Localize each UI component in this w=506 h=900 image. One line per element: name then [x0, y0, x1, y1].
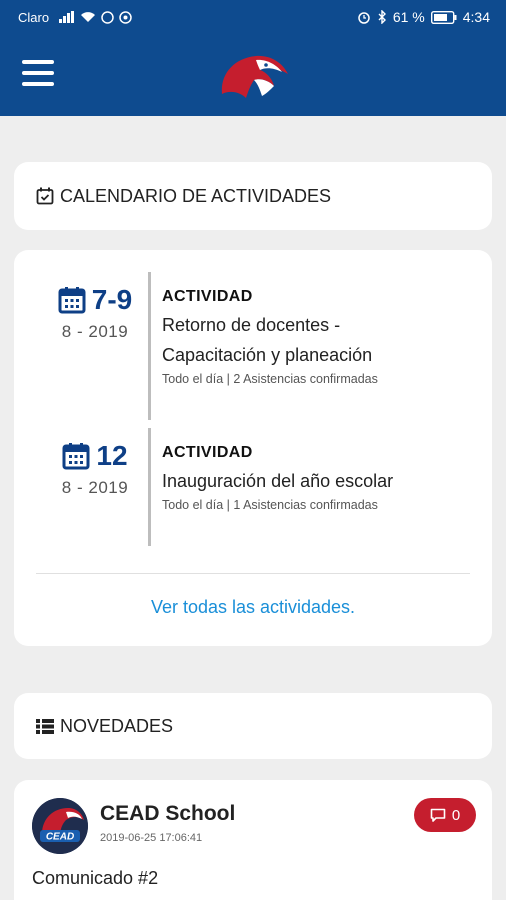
status-bar: Claro 61 % 4:34: [0, 0, 506, 34]
event-item[interactable]: 7-9 8 - 2019 ACTIVIDAD Retorno de docent…: [14, 272, 492, 420]
eagle-logo-icon: [221, 55, 288, 98]
alarm-icon: [358, 12, 370, 24]
signal-icon: [59, 11, 75, 23]
wifi-icon: [81, 12, 96, 22]
notification-icon: [119, 10, 132, 24]
list-icon: [36, 718, 54, 734]
carrier-label: Claro: [18, 9, 50, 25]
event-item[interactable]: 12 8 - 2019 ACTIVIDAD Inauguración del a…: [14, 428, 492, 546]
post-text: Comunicado #2: [32, 868, 159, 888]
event-day: 12: [96, 440, 128, 471]
comment-icon: [430, 808, 446, 822]
news-post-card[interactable]: CEAD CEAD School 2019-06-25 17:06:41 0 C…: [14, 780, 492, 900]
event-title-line1: Inauguración del año escolar: [162, 471, 394, 491]
event-month-year: 8 - 2019: [61, 322, 129, 341]
calendar-icon: [58, 287, 86, 314]
clock: 4:34: [462, 9, 490, 25]
event-title-line2: Capacitación y planeación: [162, 345, 373, 365]
event-divider: [148, 272, 151, 420]
comment-count: 0: [451, 806, 461, 824]
event-type: ACTIVIDAD: [162, 288, 253, 305]
app-bar: [0, 34, 506, 116]
event-meta: Todo el día | 2 Asistencias confirmadas: [162, 372, 378, 386]
whatsapp-icon: [101, 10, 114, 24]
event-title-line1: Retorno de docentes -: [162, 315, 341, 335]
calendar-check-icon: [36, 187, 54, 205]
battery-percent: 61 %: [392, 9, 425, 25]
see-all-activities-link[interactable]: Ver todas las actividades.: [14, 597, 492, 618]
avatar-label: CEAD: [46, 832, 74, 843]
event-day: 7-9: [91, 284, 133, 315]
bluetooth-icon: [378, 10, 386, 24]
news-section-title: NOVEDADES: [60, 715, 174, 736]
event-month-year: 8 - 2019: [61, 478, 129, 497]
calendar-events-card: 7-9 8 - 2019 ACTIVIDAD Retorno de docent…: [14, 250, 492, 646]
calendar-section-title: CALENDARIO DE ACTIVIDADES: [60, 185, 332, 206]
comments-button[interactable]: 0: [414, 798, 476, 832]
post-date: 2019-06-25 17:06:41: [100, 832, 203, 844]
news-header-card: NOVEDADES: [14, 693, 492, 759]
event-type: ACTIVIDAD: [162, 444, 253, 461]
event-divider: [148, 428, 151, 546]
section-divider: [36, 573, 470, 574]
battery-icon: [430, 10, 457, 24]
calendar-icon: [62, 443, 90, 470]
calendar-header-card: CALENDARIO DE ACTIVIDADES: [14, 162, 492, 230]
avatar: CEAD: [32, 798, 88, 854]
hamburger-menu-icon[interactable]: [22, 60, 54, 90]
post-author: CEAD School: [100, 802, 236, 825]
event-meta: Todo el día | 1 Asistencias confirmadas: [162, 498, 378, 512]
